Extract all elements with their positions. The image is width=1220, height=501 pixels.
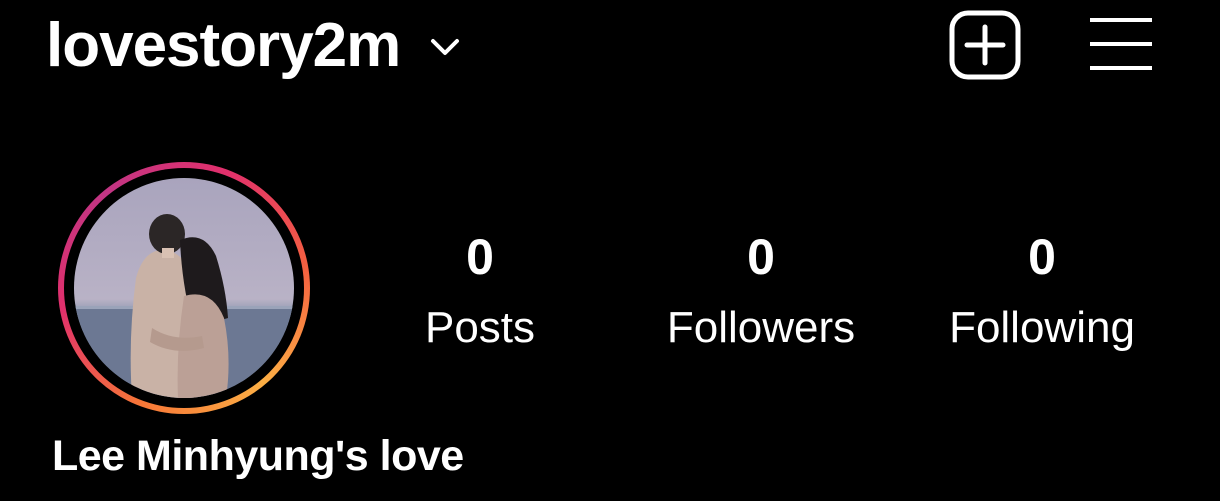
profile-avatar-story-ring[interactable] (58, 162, 310, 414)
add-post-icon (949, 10, 1021, 80)
posts-label: Posts (424, 303, 536, 352)
chevron-down-icon (430, 32, 460, 62)
avatar (74, 178, 294, 398)
menu-button[interactable] (1088, 16, 1154, 72)
display-name: Lee Minhyung's love (52, 432, 464, 480)
profile-header: lovestory2m (0, 0, 1220, 100)
add-post-button[interactable] (948, 9, 1022, 81)
profile-page: lovestory2m 0 Posts 0 Followers 0 Follow… (0, 0, 1220, 501)
followers-stat[interactable]: 0 Followers (641, 222, 881, 358)
username: lovestory2m (46, 11, 401, 80)
hamburger-menu-icon (1090, 18, 1152, 70)
following-stat[interactable]: 0 Following (922, 222, 1162, 358)
account-switcher-button[interactable]: lovestory2m (46, 8, 460, 84)
posts-count: 0 (466, 229, 494, 285)
following-count: 0 (1028, 229, 1056, 285)
posts-stat[interactable]: 0 Posts (360, 222, 600, 358)
followers-label: Followers (666, 303, 856, 352)
avatar-photo (74, 178, 294, 398)
followers-count: 0 (747, 229, 775, 285)
following-label: Following (949, 303, 1135, 352)
